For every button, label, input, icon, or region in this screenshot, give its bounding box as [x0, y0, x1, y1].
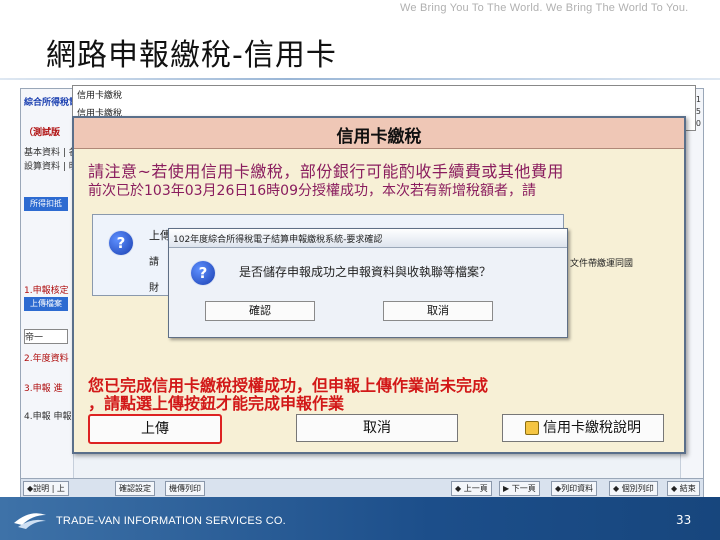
sidebar-heading: 綜合所得稅電 — [24, 98, 79, 108]
question-icon: ? — [109, 231, 133, 255]
warning-text: 請注意~若使用信用卡繳稅，部份銀行可能酌收手續費或其他費用 — [88, 162, 564, 181]
sidebar-button-deduct[interactable]: 所得扣抵 — [24, 197, 68, 211]
next-page-button[interactable]: ▶ 下一頁 — [499, 481, 540, 496]
single-print-button[interactable]: ◆ 個別列印 — [609, 481, 658, 496]
sidebar-item[interactable]: 基本資料 | 各 — [24, 145, 78, 158]
confirm-settings-button[interactable]: 確認設定 — [115, 481, 155, 496]
slide-title: 網路申報繳稅-信用卡 — [46, 38, 337, 73]
bottom-toolbar: ◆說明 | 上 確認設定 機傳列印 ◆ 上一頁 ▶ 下一頁 ◆列印資料 ◆ 個別… — [21, 478, 703, 497]
status-message: ，請點選上傳按鈕才能完成申報作業 — [88, 394, 345, 413]
question-icon: ? — [191, 261, 215, 285]
sidebar-button-upload[interactable]: 上傳檔案 — [24, 297, 68, 311]
print-button[interactable]: 機傳列印 — [165, 481, 205, 496]
page-number: 33 — [676, 513, 692, 527]
dialog-title: 信用卡繳稅 — [336, 127, 422, 147]
background-text: 文件帶繳運同國 — [570, 259, 634, 269]
confirm-message: 是否儲存申報成功之申報資料與收執聯等檔案？ — [239, 265, 492, 279]
help-button[interactable]: ◆說明 | 上 — [23, 481, 69, 496]
dialog-header: 信用卡繳稅 — [74, 118, 684, 149]
cancel-button[interactable]: 取消 — [296, 414, 458, 442]
title-rule — [0, 78, 720, 80]
confirm-titlebar: 102年度綜合所得稅電子結算申報繳稅系統-要求確認 — [169, 229, 567, 248]
warning-icon — [525, 421, 539, 435]
sidebar-link[interactable]: 2.年度資料 — [24, 351, 69, 364]
print-data-button[interactable]: ◆列印資料 — [551, 481, 598, 496]
explain-button[interactable]: 信用卡繳稅說明 — [502, 414, 664, 442]
sidebar-link[interactable]: 3.申報 進 — [24, 381, 62, 394]
confirm-title: 102年度綜合所得稅電子結算申報繳稅系統-要求確認 — [173, 235, 383, 245]
sidebar-sub: （測試版 — [24, 128, 61, 138]
explain-button-label: 信用卡繳稅說明 — [543, 420, 641, 436]
company-name: TRADE-VAN INFORMATION SERVICES CO. — [56, 515, 286, 527]
warning-text: 前次已於103年03月26日16時09分授權成功，本次若有新增稅額者，請 — [88, 183, 536, 199]
sidebar-link[interactable]: 1.申報核定 — [24, 283, 69, 296]
background-window-title: 信用卡繳稅 — [77, 91, 123, 101]
dialog-text: 請 — [149, 257, 159, 268]
tagline: We Bring You To The World. We Bring The … — [400, 2, 689, 14]
sidebar-item[interactable]: 設算資料 | 明 — [24, 159, 78, 172]
sidebar-link[interactable]: 4.申報 申報 — [24, 409, 71, 422]
confirm-dialog: 102年度綜合所得稅電子結算申報繳稅系統-要求確認 ? 是否儲存申報成功之申報資… — [168, 228, 568, 338]
sidebar-field[interactable]: 帝一 — [24, 329, 68, 344]
prev-page-button[interactable]: ◆ 上一頁 — [451, 481, 492, 496]
exit-button[interactable]: ◆ 結束 — [667, 481, 700, 496]
dialog-text: 財 — [149, 283, 159, 294]
sidebar: 綜合所得稅電 （測試版 基本資料 | 各 設算資料 | 明 所得扣抵 1.申報核… — [21, 89, 78, 497]
company-logo — [14, 513, 46, 529]
upload-button[interactable]: 上傳 — [88, 414, 222, 444]
confirm-cancel-button[interactable]: 取消 — [383, 301, 493, 321]
confirm-ok-button[interactable]: 確認 — [205, 301, 315, 321]
